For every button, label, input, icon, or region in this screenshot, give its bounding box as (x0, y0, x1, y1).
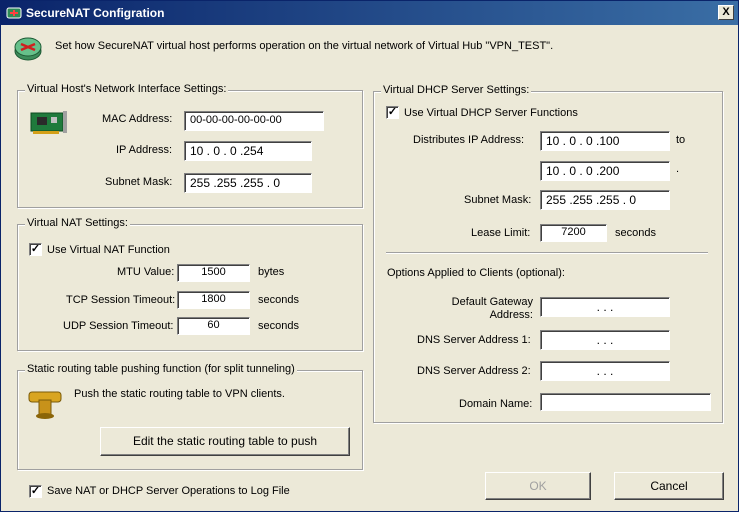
use-dhcp-checkbox[interactable]: ✓ (386, 106, 399, 119)
window-title: SecureNAT Configration (26, 6, 165, 20)
udp-timeout-unit: seconds (258, 320, 299, 332)
default-gateway-field[interactable]: . . . (540, 297, 670, 317)
tcp-timeout-unit: seconds (258, 294, 299, 306)
default-gateway-label-line1: Default Gateway (451, 296, 533, 308)
dhcp-to-label: to (676, 134, 686, 146)
udp-timeout-field[interactable]: 60 (177, 317, 250, 335)
mtu-field[interactable]: 1500 (177, 264, 250, 282)
lease-limit-field[interactable]: 7200 (540, 224, 607, 242)
lease-limit-label: Lease Limit: (471, 227, 531, 239)
subnet-mask-label: Subnet Mask: (105, 176, 173, 188)
domain-name-label: Domain Name: (459, 398, 533, 410)
use-dhcp-label: Use Virtual DHCP Server Functions (404, 107, 578, 119)
dns1-field[interactable]: . . . (540, 330, 670, 350)
distributes-ip-label: Distributes IP Address: (413, 134, 525, 146)
pipe-tee-icon (28, 391, 62, 419)
mac-address-label: MAC Address: (102, 113, 173, 125)
dns2-field[interactable]: . . . (540, 361, 670, 381)
tcp-timeout-field[interactable]: 1800 (177, 291, 250, 309)
title-bar: SecureNAT Configration X (1, 1, 738, 25)
save-log-label: Save NAT or DHCP Server Operations to Lo… (47, 485, 290, 497)
use-nat-checkbox[interactable]: ✓ (29, 243, 42, 256)
dhcp-subnet-mask-label: Subnet Mask: (464, 194, 532, 206)
header-description: Set how SecureNAT virtual host performs … (55, 40, 554, 52)
use-nat-label: Use Virtual NAT Function (47, 244, 170, 256)
mtu-label: MTU Value: (117, 266, 175, 278)
mac-address-field[interactable]: 00-00-00-00-00-00 (184, 111, 324, 131)
virtual-dhcp-group-label: Virtual DHCP Server Settings: (381, 84, 532, 96)
default-gateway-label-line2: Address: (489, 309, 533, 321)
static-routing-group-label: Static routing table pushing function (f… (25, 363, 297, 375)
routing-description: Push the static routing table to VPN cli… (74, 388, 285, 400)
edit-routing-table-button[interactable]: Edit the static routing table to push (100, 427, 350, 456)
dhcp-separator (386, 252, 708, 254)
securenat-app-icon (6, 7, 22, 19)
dns1-label: DNS Server Address 1: (417, 334, 531, 346)
dhcp-end-ip-field[interactable]: 10 . 0 . 0 .200 (540, 161, 670, 181)
dhcp-subnet-mask-field[interactable]: 255 .255 .255 . 0 (540, 190, 670, 210)
client-options-label: Options Applied to Clients (optional): (387, 267, 565, 279)
dhcp-end-dot: . (676, 163, 680, 175)
tcp-timeout-label: TCP Session Timeout: (66, 294, 176, 306)
router-icon (14, 37, 42, 61)
mtu-unit: bytes (258, 266, 285, 278)
subnet-mask-field[interactable]: 255 .255 .255 . 0 (184, 173, 312, 193)
close-button[interactable]: X (718, 5, 734, 20)
udp-timeout-label: UDP Session Timeout: (63, 320, 174, 332)
save-log-checkbox[interactable]: ✓ (29, 485, 42, 498)
lease-limit-unit: seconds (615, 227, 656, 239)
ok-button[interactable]: OK (485, 472, 591, 500)
dns2-label: DNS Server Address 2: (417, 365, 531, 377)
network-card-icon (30, 111, 67, 134)
domain-name-field[interactable] (540, 393, 711, 411)
virtual-host-group-label: Virtual Host's Network Interface Setting… (25, 83, 229, 95)
dhcp-start-ip-field[interactable]: 10 . 0 . 0 .100 (540, 131, 670, 151)
virtual-nat-group-label: Virtual NAT Settings: (25, 217, 130, 229)
ip-address-field[interactable]: 10 . 0 . 0 .254 (184, 141, 312, 161)
securenat-dialog: SecureNAT Configration X Set how SecureN… (0, 0, 739, 512)
ip-address-label: IP Address: (116, 144, 173, 156)
cancel-button[interactable]: Cancel (614, 472, 724, 500)
